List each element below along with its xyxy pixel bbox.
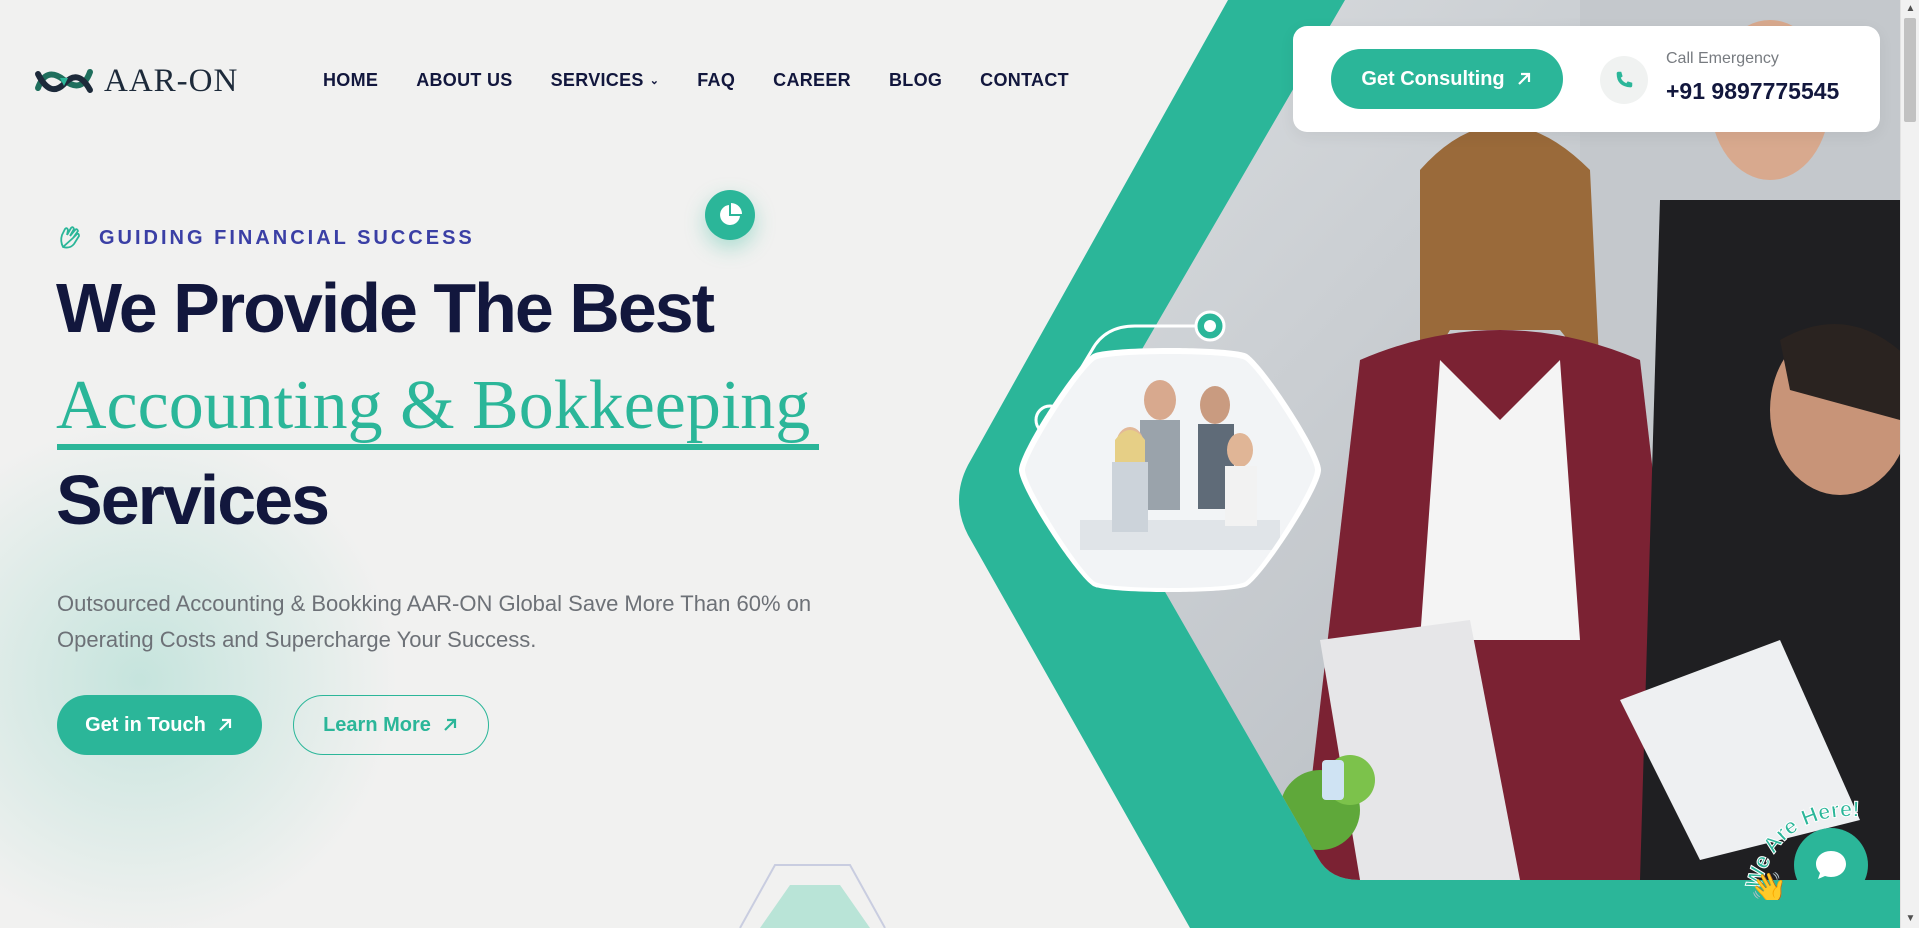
- nav-contact[interactable]: CONTACT: [980, 70, 1069, 91]
- phone-icon: [1600, 56, 1648, 104]
- nav-faq[interactable]: FAQ: [697, 70, 735, 91]
- nav-contact-label: CONTACT: [980, 70, 1069, 90]
- hero-kicker: GUIDING FINANCIAL SUCCESS: [57, 225, 475, 251]
- chat-button[interactable]: [1794, 828, 1868, 902]
- nav-blog[interactable]: BLOG: [889, 70, 942, 91]
- scroll-thumb[interactable]: [1904, 18, 1916, 122]
- get-consulting-label: Get Consulting: [1361, 67, 1505, 90]
- header-cta-card: Get Consulting Call Emergency +91 989777…: [1293, 26, 1880, 132]
- page-scrollbar[interactable]: ▲ ▼: [1900, 0, 1919, 928]
- nav-home[interactable]: HOME: [323, 70, 378, 91]
- page: AAR-ON HOME ABOUT US SERVICES ⌄ FAQ CAREE…: [0, 0, 1900, 928]
- arrow-up-right-icon: [219, 718, 231, 731]
- hero-heading-underline: [57, 444, 819, 450]
- call-emergency-label: Call Emergency: [1666, 50, 1779, 67]
- get-in-touch-button[interactable]: Get in Touch: [57, 695, 262, 755]
- wave-hand-icon: 👋: [1750, 871, 1787, 900]
- get-consulting-button[interactable]: Get Consulting: [1331, 49, 1563, 109]
- hand-icon: [60, 226, 80, 249]
- nav-home-label: HOME: [323, 70, 379, 90]
- hero-kicker-text: GUIDING FINANCIAL SUCCESS: [99, 226, 475, 249]
- logo-mark: [35, 69, 93, 93]
- hero-heading-line3: Services: [56, 461, 330, 539]
- chat-icon: [1816, 851, 1846, 879]
- nav-about-us[interactable]: ABOUT US: [416, 70, 512, 91]
- learn-more-button[interactable]: Learn More: [293, 695, 489, 755]
- nav-career[interactable]: CAREER: [773, 70, 851, 91]
- hero-heading-line2: Accounting & Bokkeeping: [56, 367, 811, 444]
- phone-number[interactable]: +91 9897775545: [1666, 78, 1839, 105]
- arrow-up-right-icon: [1517, 72, 1530, 85]
- main-nav: HOME ABOUT US SERVICES ⌄ FAQ CAREER BLOG …: [323, 70, 1069, 91]
- nav-career-label: CAREER: [773, 70, 851, 90]
- nav-services[interactable]: SERVICES ⌄: [551, 70, 660, 91]
- brand-name: AAR-ON: [104, 62, 239, 99]
- nav-faq-label: FAQ: [697, 70, 736, 90]
- scroll-down-icon[interactable]: ▼: [1901, 912, 1919, 926]
- learn-more-label: Learn More: [323, 713, 431, 736]
- nav-blog-label: BLOG: [888, 70, 943, 90]
- hero-description: Outsourced Accounting & Bookking AAR-ON …: [57, 591, 812, 652]
- brand-logo[interactable]: AAR-ON: [32, 58, 238, 104]
- scroll-up-icon[interactable]: ▲: [1901, 2, 1919, 16]
- get-in-touch-label: Get in Touch: [85, 713, 206, 736]
- pie-chart-icon: [705, 190, 755, 240]
- nav-services-label: SERVICES: [550, 70, 644, 90]
- arrow-up-right-icon: [444, 718, 457, 731]
- chevron-down-icon: ⌄: [649, 75, 660, 87]
- hero-heading-line1: We Provide The Best: [56, 269, 715, 347]
- nav-about-us-label: ABOUT US: [416, 70, 513, 90]
